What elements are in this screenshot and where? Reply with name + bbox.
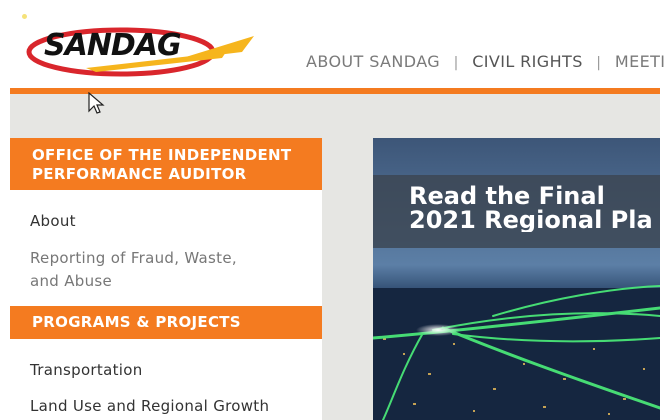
sidebar-section-auditor-title: OFFICE OF THE INDEPENDENT PERFORMANCE AU… [10,138,322,190]
highlight-dot [22,14,27,19]
nav-about-sandag[interactable]: ABOUT SANDAG [306,52,440,71]
nav-civil-rights[interactable]: CIVIL RIGHTS [472,52,583,71]
sidebar-link-reporting-fraud[interactable]: Reporting of Fraud, Waste, and Abuse [30,247,237,293]
nav-meetings[interactable]: MEETI [615,52,666,71]
sidebar-title-line: PERFORMANCE AUDITOR [32,165,247,183]
sidebar-link-transportation[interactable]: Transportation [30,359,143,382]
logo-text: SANDAG [44,28,182,63]
nav-separator: | [453,55,459,71]
top-navigation: ABOUT SANDAG | CIVIL RIGHTS | MEETI [306,52,665,71]
site-header: SANDAG ABOUT SANDAG | CIVIL RIGHTS | MEE… [0,0,666,88]
sidebar-link-label: and Abuse [30,272,113,290]
sidebar-link-land-use[interactable]: Land Use and Regional Growth [30,395,269,418]
hero-headline-line2: 2021 Regional Pla [409,208,653,232]
sidebar-section-programs-title: PROGRAMS & PROJECTS [10,306,322,339]
nav-separator: | [596,55,602,71]
sandag-logo[interactable]: SANDAG [26,22,258,78]
sidebar-link-about[interactable]: About [30,210,76,233]
hero-headline-line1: Read the Final [409,182,605,210]
sidebar-link-label: Reporting of Fraud, Waste, [30,249,237,267]
mouse-pointer-icon [88,92,105,114]
sidebar-title-line: OFFICE OF THE INDEPENDENT [32,146,292,164]
